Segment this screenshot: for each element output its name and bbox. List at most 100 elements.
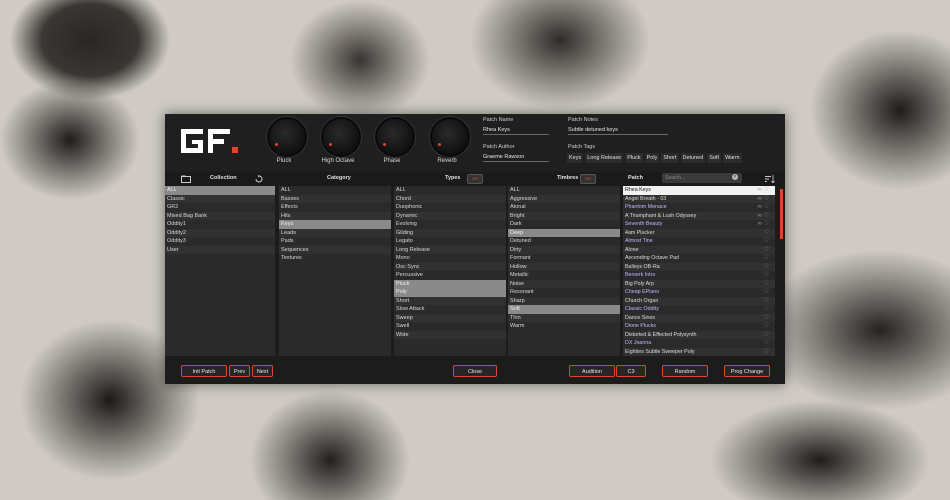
list-item[interactable]: Sharp [508,296,620,305]
patch-row[interactable]: Angel Breath - 03 ∞ ♡ [623,194,775,204]
list-item[interactable]: Dark [508,220,620,229]
list-item[interactable]: ALL [165,186,275,195]
heart-icon[interactable]: ♡ [764,271,769,280]
patch-row[interactable]: Big Poly Arp ♡ [623,279,775,289]
list-item[interactable]: Hits [279,211,391,220]
list-item[interactable]: Duophonic [394,203,506,212]
refresh-icon[interactable] [255,175,263,183]
heart-icon[interactable]: ♡ [764,254,769,263]
list-item[interactable]: Resonant [508,288,620,297]
heart-icon[interactable]: ♡ [764,246,769,255]
random-button[interactable]: Random [662,365,708,377]
link-icon[interactable]: ∞ ♡ [758,186,769,195]
heart-icon[interactable]: ♡ [764,322,769,331]
list-item[interactable]: User [165,245,275,254]
patch-row[interactable]: Cheap EPiano ♡ [623,288,775,297]
patch-row[interactable]: Distorted & Effected Polysynth ♡ [623,330,775,340]
heart-icon[interactable]: ♡ [764,339,769,348]
heart-icon[interactable]: ♡ [764,280,769,289]
patch-row[interactable]: Church Organ ♡ [623,296,775,306]
heart-icon[interactable]: ♡ [764,331,769,340]
list-item[interactable]: Aggressive [508,194,620,203]
patch-list-scrollbar[interactable] [780,189,783,239]
link-icon[interactable]: ∞ ♡ [758,212,769,221]
patch-row[interactable]: A Triumphant & Lush Odyssey ∞ ♡ [623,211,775,221]
list-item[interactable]: Percussive [394,271,506,280]
heart-icon[interactable]: ♡ [764,229,769,238]
tag[interactable]: Detuned [680,153,706,163]
heart-icon[interactable]: ♡ [764,297,769,306]
high-octave-knob[interactable] [321,117,361,157]
tag[interactable]: Keys [567,153,584,163]
init-patch-button[interactable]: Init Patch [181,365,227,377]
patch-row[interactable]: 4am Plucker ♡ [623,228,775,238]
list-item[interactable]: Poly [394,288,506,297]
patch-notes-field[interactable]: Subtle detuned keys [568,127,668,135]
tag[interactable]: Pluck [625,153,643,163]
list-item[interactable]: Formant [508,254,620,263]
list-item[interactable]: Chord [394,194,506,203]
heart-icon[interactable]: ♡ [764,288,769,297]
list-item[interactable]: Short [394,296,506,305]
patch-row[interactable]: Alone ♡ [623,245,775,255]
reverb-knob[interactable] [430,117,470,157]
list-item[interactable]: Gliding [394,228,506,237]
list-item[interactable]: Detuned [508,237,620,246]
link-icon[interactable]: ∞ ♡ [758,195,769,204]
list-item[interactable]: Dynamic [394,211,506,220]
patch-name-field[interactable]: Rhea Keys [483,127,549,135]
patch-row[interactable]: Almost Tine ♡ [623,237,775,246]
list-item[interactable]: Oddity1 [165,220,275,229]
types-or-toggle[interactable]: OR [467,174,483,184]
tag[interactable]: Poly [644,153,660,163]
patch-row[interactable]: Seventh Beauty ∞ ♡ [623,220,775,229]
list-item[interactable]: ALL [508,186,620,195]
list-item[interactable]: Pluck [394,279,506,288]
list-item[interactable]: Bright [508,211,620,220]
tag[interactable]: Warm [723,153,742,163]
list-item[interactable]: GR2 [165,203,275,212]
list-item[interactable]: ALL [279,186,391,195]
list-item[interactable]: Swell [394,322,506,331]
link-icon[interactable]: ∞ ♡ [758,220,769,229]
heart-icon[interactable]: ♡ [764,348,769,357]
list-item[interactable]: Sweep [394,313,506,322]
patch-row[interactable]: Rhea Keys ∞ ♡ [623,186,775,195]
list-item[interactable]: Keys [279,220,391,229]
patch-row[interactable]: Ascending Octave Pad ♡ [623,254,775,263]
list-item[interactable]: Mono [394,254,506,263]
list-item[interactable]: Warm [508,322,620,331]
phase-knob[interactable] [375,117,415,157]
list-item[interactable]: Leads [279,228,391,237]
list-item[interactable]: Sequences [279,245,391,254]
patch-row[interactable]: Berserk Intro ♡ [623,271,775,280]
patch-row[interactable]: Phantom Menace ∞ ♡ [623,203,775,212]
list-item[interactable]: Osc Sync [394,262,506,271]
list-item[interactable]: ALL [394,186,506,195]
list-item[interactable]: Soft [508,305,620,314]
patch-row[interactable]: Eighties Subtle Sweeper Poly ♡ [623,347,775,357]
list-item[interactable]: Classic [165,194,275,203]
next-button[interactable]: Next [252,365,273,377]
patch-search-input[interactable]: Search... × [662,173,742,183]
tag[interactable]: Long Release [585,153,624,163]
patch-author-field[interactable]: Graeme Rawson [483,154,549,162]
prog-change-button[interactable]: Prog Change [724,365,770,377]
list-item[interactable]: Long Release [394,245,506,254]
list-item[interactable]: Thin [508,313,620,322]
folder-icon[interactable] [181,175,191,183]
list-item[interactable]: Effects [279,203,391,212]
heart-icon[interactable]: ♡ [764,263,769,272]
link-icon[interactable]: ∞ ♡ [758,203,769,212]
close-button[interactable]: Close [453,365,497,377]
prev-button[interactable]: Prev [229,365,250,377]
list-item[interactable]: Textures [279,254,391,263]
heart-icon[interactable]: ♡ [764,305,769,314]
clear-search-icon[interactable]: × [732,174,738,180]
list-item[interactable]: Basses [279,194,391,203]
list-item[interactable]: Dirty [508,245,620,254]
list-item[interactable]: Oddity2 [165,228,275,237]
list-item[interactable]: Atonal [508,203,620,212]
heart-icon[interactable]: ♡ [764,314,769,323]
patch-row[interactable]: DX Joanna ♡ [623,339,775,348]
